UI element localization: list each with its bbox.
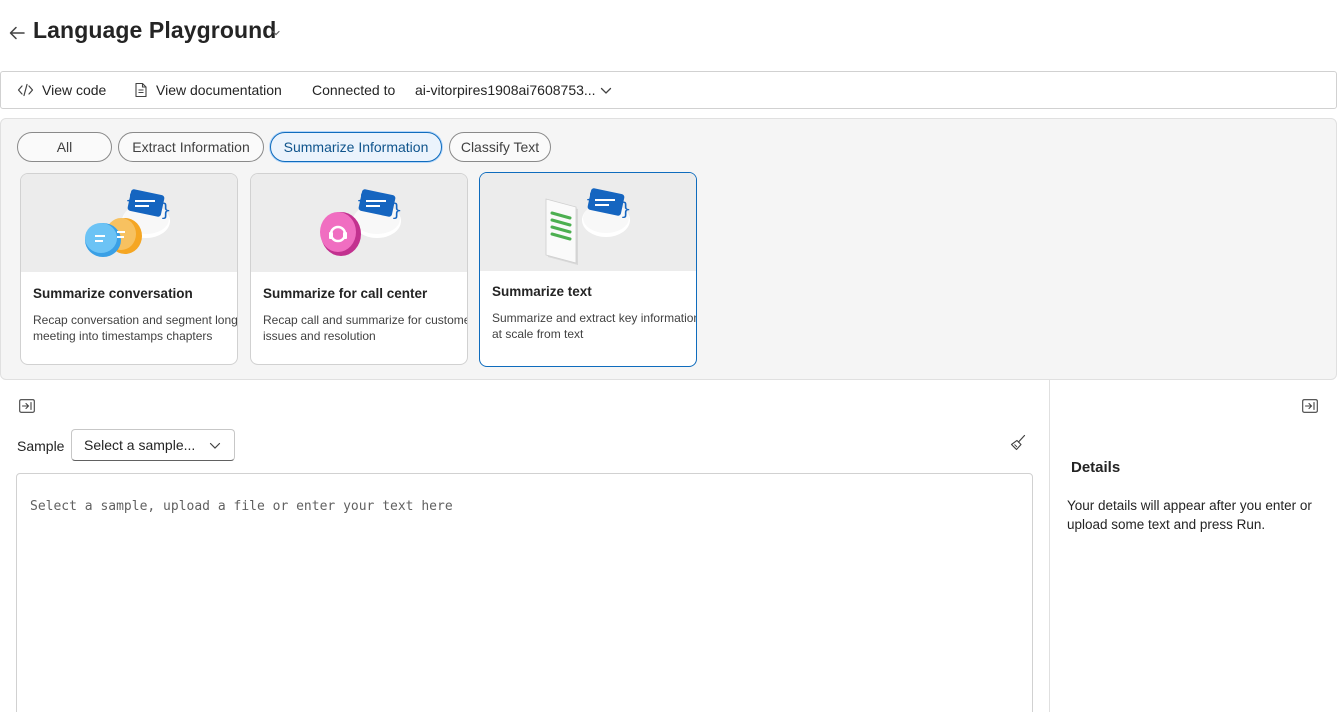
card-title: Summarize for call center xyxy=(263,286,428,301)
back-arrow-icon[interactable] xyxy=(6,22,28,44)
view-documentation-button[interactable]: View documentation xyxy=(134,72,282,108)
view-code-button[interactable]: View code xyxy=(17,72,106,108)
document-icon xyxy=(134,82,148,98)
filter-pill-summarize-information[interactable]: Summarize Information xyxy=(270,132,442,162)
details-title: Details xyxy=(1071,459,1121,476)
view-code-label: View code xyxy=(42,82,107,98)
connected-to-label: Connected to xyxy=(312,82,396,98)
card-title: Summarize conversation xyxy=(33,286,193,301)
resource-chevron-down-icon[interactable] xyxy=(599,84,613,98)
filter-pill-extract-information[interactable]: Extract Information xyxy=(118,132,264,162)
text-input-area[interactable]: Select a sample, upload a file or enter … xyxy=(16,473,1033,712)
details-pane: Details Your details will appear after y… xyxy=(1049,380,1337,712)
collapse-panel-icon[interactable] xyxy=(19,399,35,413)
svg-text:}: } xyxy=(391,200,402,221)
svg-text:}: } xyxy=(160,200,171,221)
svg-text:{: { xyxy=(125,190,136,211)
scenario-gallery: All Extract Information Summarize Inform… xyxy=(0,118,1337,380)
headset-bubble-summary-icon: { } xyxy=(251,174,467,272)
sample-dropdown-value: Select a sample... xyxy=(84,437,196,453)
card-description: Summarize and extract key information at… xyxy=(492,311,697,341)
svg-text:}: } xyxy=(620,199,631,220)
command-toolbar: View code View documentation Connected t… xyxy=(0,71,1337,109)
collapse-panel-icon[interactable] xyxy=(1302,399,1318,413)
input-pane: Sample Select a sample... Select a sampl… xyxy=(0,380,1049,712)
details-text: Your details will appear after you enter… xyxy=(1067,498,1312,532)
card-title: Summarize text xyxy=(492,284,592,299)
code-icon xyxy=(17,83,34,97)
filter-pill-classify-text[interactable]: Classify Text xyxy=(449,132,551,162)
sample-dropdown[interactable]: Select a sample... xyxy=(71,429,235,461)
scenario-card-summarize-call-center[interactable]: { } Summarize for call center Recap call… xyxy=(250,173,468,365)
page-title: Language Playground xyxy=(33,17,277,43)
chevron-down-icon[interactable] xyxy=(270,26,282,38)
svg-text:{: { xyxy=(356,190,367,211)
chat-bubbles-summary-icon: { } xyxy=(21,174,237,272)
card-description: Recap conversation and segment long meet… xyxy=(33,313,238,343)
scenario-card-summarize-text[interactable]: { } Summarize text Summarize and extract… xyxy=(479,172,697,367)
svg-text:{: { xyxy=(585,189,596,210)
page-header: Language Playground xyxy=(0,0,1337,66)
broom-clear-icon[interactable] xyxy=(1009,434,1027,452)
chevron-down-icon xyxy=(208,439,222,456)
filter-pill-all[interactable]: All xyxy=(17,132,112,162)
sample-label: Sample xyxy=(17,438,65,454)
card-description: Recap call and summarize for customer is… xyxy=(263,313,468,343)
document-summary-icon: { } xyxy=(480,173,696,271)
scenario-card-summarize-conversation[interactable]: { } Summarize conversation Recap convers… xyxy=(20,173,238,365)
resource-selector[interactable]: ai-vitorpires1908ai7608753... xyxy=(415,72,596,108)
view-documentation-label: View documentation xyxy=(156,82,282,98)
